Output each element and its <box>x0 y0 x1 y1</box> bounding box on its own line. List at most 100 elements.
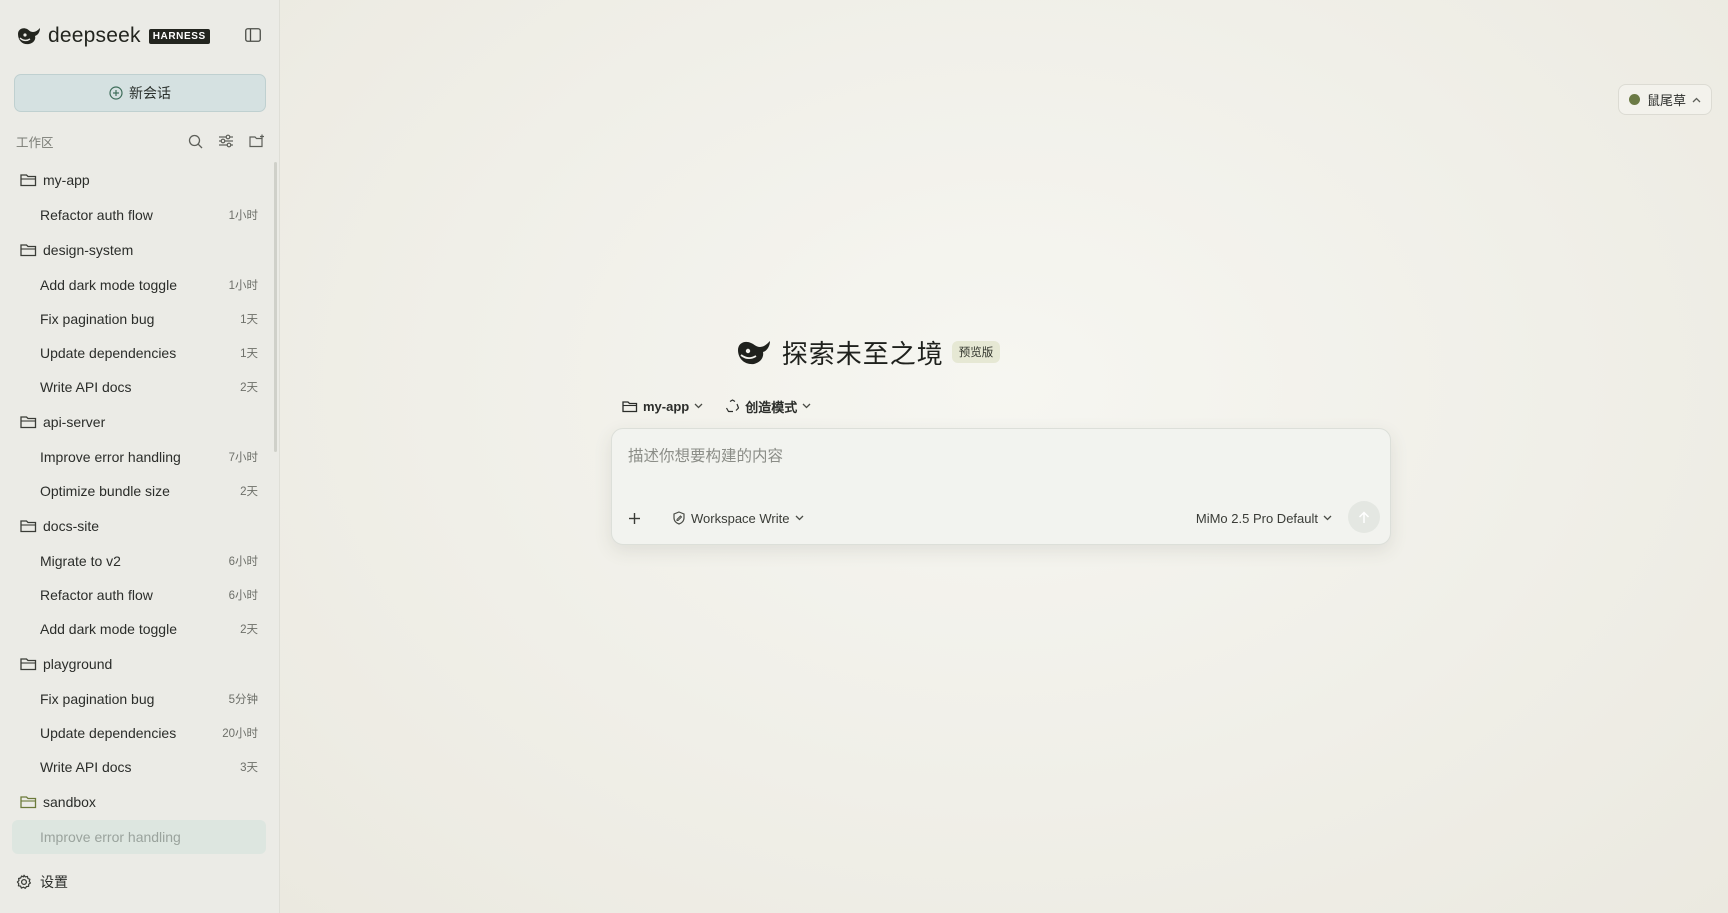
workspace-folder[interactable]: api-server <box>12 404 266 440</box>
chevron-up-icon <box>1692 97 1701 103</box>
hero-heading: 探索未至之境 预览版 <box>628 333 1108 371</box>
workspace-folder[interactable]: docs-site <box>12 508 266 544</box>
session-item[interactable]: Write API docs 3天 <box>12 750 266 784</box>
new-folder-icon[interactable] <box>248 132 266 150</box>
session-item[interactable]: Refactor auth flow 6小时 <box>12 578 266 612</box>
send-button[interactable] <box>1348 501 1380 533</box>
chevron-down-icon <box>795 515 803 521</box>
settings-button[interactable]: 设置 <box>16 871 68 893</box>
session-title: Fix pagination bug <box>40 691 155 707</box>
folder-name: docs-site <box>43 518 100 534</box>
sidebar-scrollbar[interactable] <box>274 162 277 452</box>
session-item[interactable]: Improve error handling 7小时 <box>12 440 266 474</box>
composer-box: Workspace Write MiMo 2.5 Pro Default <box>611 428 1391 545</box>
session-title: Refactor auth flow <box>40 587 153 603</box>
session-item[interactable]: Migrate to v2 6小时 <box>12 544 266 578</box>
folder-name: my-app <box>43 172 90 188</box>
session-time: 2天 <box>240 624 258 636</box>
session-time: 1天 <box>240 348 258 360</box>
folder-name: playground <box>43 656 113 672</box>
session-time: 6小时 <box>228 556 258 568</box>
workspace-header: 工作区 <box>16 131 266 151</box>
session-title: Add dark mode toggle <box>40 277 177 293</box>
chevron-down-icon <box>1323 515 1332 521</box>
session-time: 7小时 <box>228 452 258 464</box>
session-title: Improve error handling <box>40 449 181 465</box>
app-window: deepseek HARNESS 新会话 工作区 my-app Refactor… <box>0 0 1728 913</box>
workspace-folder[interactable]: design-system <box>12 232 266 268</box>
brand-badge: HARNESS <box>148 28 210 44</box>
chevron-down-icon <box>694 403 703 409</box>
session-item[interactable]: Fix pagination bug 1天 <box>12 302 266 336</box>
workspace-folder[interactable]: sandbox <box>12 784 266 820</box>
session-title: Fix pagination bug <box>40 311 155 327</box>
folder-name: sandbox <box>43 794 96 810</box>
settings-label: 设置 <box>40 874 68 890</box>
prompt-input[interactable] <box>628 445 1368 469</box>
session-time: 2天 <box>240 382 258 394</box>
folder-open-icon <box>20 243 37 257</box>
whale-logo-icon <box>18 28 40 45</box>
sidebar-toggle-icon[interactable] <box>244 27 262 43</box>
composer-controls: my-app 创造模式 <box>622 396 811 416</box>
session-item[interactable]: Add dark mode toggle 2天 <box>12 612 266 646</box>
session-time: 5分钟 <box>228 694 258 706</box>
session-time: 1小时 <box>228 280 258 292</box>
workspace-folder[interactable]: playground <box>12 646 266 682</box>
preview-badge: 预览版 <box>951 341 1001 363</box>
workspace-folder[interactable]: my-app <box>12 162 266 198</box>
workspace-tree: my-app Refactor auth flow 1小时 design-system… <box>12 162 266 856</box>
folder-open-icon <box>20 795 37 809</box>
session-item[interactable]: Write API docs 2天 <box>12 370 266 404</box>
session-title: Migrate to v2 <box>40 553 121 569</box>
search-icon[interactable] <box>186 132 204 150</box>
chevron-down-icon <box>802 403 811 409</box>
session-time: 1天 <box>240 314 258 326</box>
session-title: Improve error handling <box>40 829 181 845</box>
workspace-label: 工作区 <box>16 135 54 150</box>
folder-open-icon <box>20 173 37 187</box>
main-area: 鼠尾草 探索未至之境 预览版 my-app 创造模式 描述你想要构建的内容 Wo… <box>280 0 1728 913</box>
new-chat-label: 新会话 <box>129 85 171 101</box>
session-title: Write API docs <box>40 759 132 775</box>
folder-open-icon <box>20 415 37 429</box>
permission-label: Workspace Write <box>691 510 790 526</box>
model-selector[interactable]: MiMo 2.5 Pro Default <box>1196 509 1332 527</box>
permission-selector[interactable]: Workspace Write <box>672 509 804 527</box>
model-label: MiMo 2.5 Pro Default <box>1195 510 1318 526</box>
session-time: 2天 <box>240 486 258 498</box>
folder-open-icon <box>20 657 37 671</box>
session-item[interactable]: Refactor auth flow 1小时 <box>12 198 266 232</box>
sidebar: deepseek HARNESS 新会话 工作区 my-app Refactor… <box>0 0 280 913</box>
session-item[interactable]: Improve error handling <box>12 820 266 854</box>
session-item[interactable]: Update dependencies 1天 <box>12 336 266 370</box>
folder-name: api-server <box>43 414 106 430</box>
brand-name: deepseek <box>48 24 141 47</box>
arrow-up-icon <box>1358 510 1370 523</box>
theme-color-dot <box>1628 94 1640 105</box>
theme-label: 鼠尾草 <box>1646 93 1686 108</box>
session-time: 20小时 <box>222 728 258 740</box>
brand: deepseek HARNESS <box>16 24 210 48</box>
folder-open-icon <box>20 519 37 533</box>
session-item[interactable]: Add dark mode toggle 1小时 <box>12 268 266 302</box>
plus-circle-icon <box>109 86 123 100</box>
whale-logo-icon <box>737 341 770 365</box>
add-attachment-icon[interactable] <box>625 509 643 527</box>
theme-selector[interactable]: 鼠尾草 <box>1617 84 1712 115</box>
mode-selector[interactable]: 创造模式 <box>725 397 811 416</box>
session-title: Write API docs <box>40 379 132 395</box>
session-time: 3天 <box>240 762 258 774</box>
mode-label: 创造模式 <box>745 399 798 415</box>
filter-sliders-icon[interactable] <box>217 132 235 150</box>
gear-icon <box>16 874 31 889</box>
shield-edit-icon <box>673 511 685 525</box>
session-item[interactable]: Optimize bundle size 2天 <box>12 474 266 508</box>
session-item[interactable]: Fix pagination bug 5分钟 <box>12 682 266 716</box>
new-chat-button[interactable]: 新会话 <box>14 74 266 112</box>
folder-icon <box>622 400 638 412</box>
session-time: 6小时 <box>228 590 258 602</box>
folder-name: design-system <box>43 242 134 258</box>
session-item[interactable]: Update dependencies 20小时 <box>12 716 266 750</box>
project-selector[interactable]: my-app <box>622 399 703 414</box>
